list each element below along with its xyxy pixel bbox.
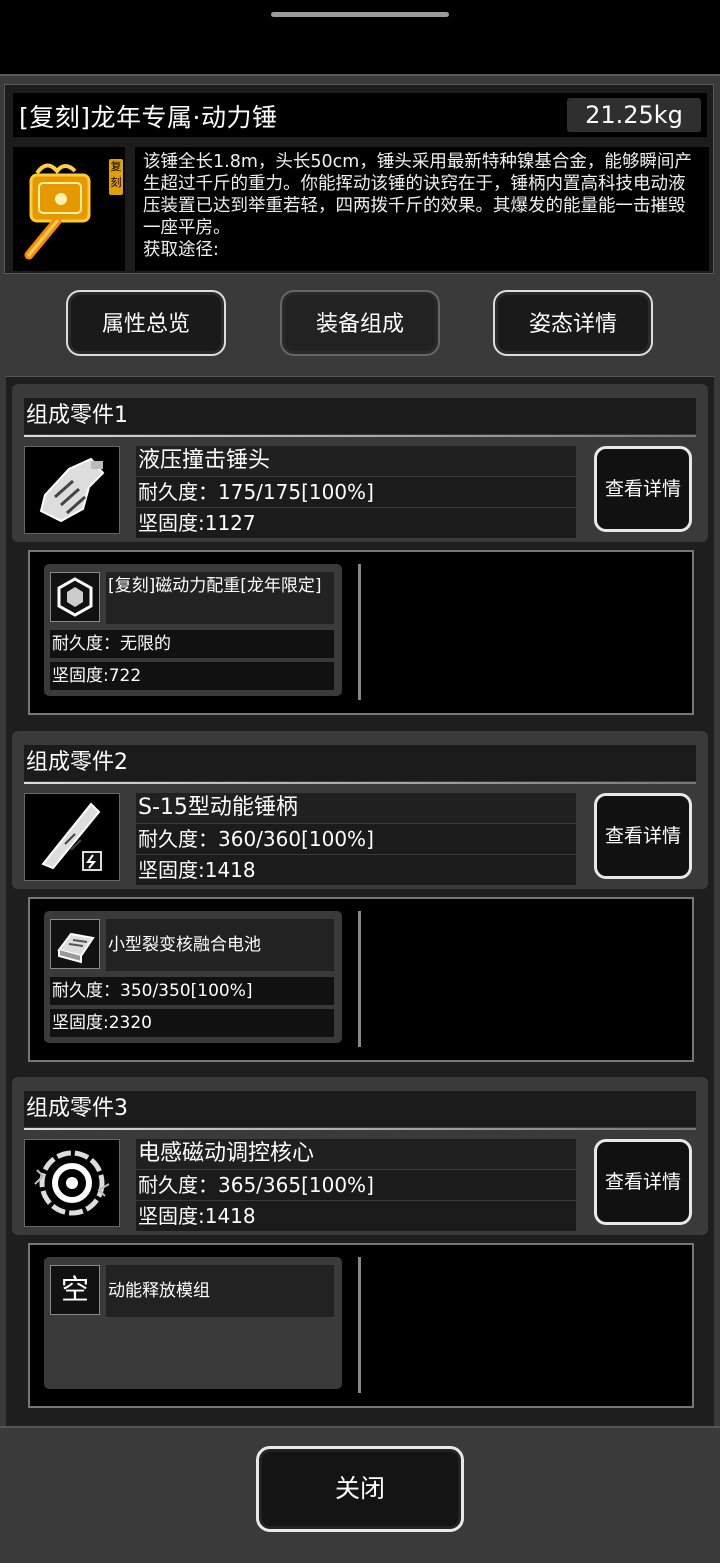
part-icon-box <box>24 793 120 881</box>
part-hardness: 坚固度:1418 <box>136 1201 576 1231</box>
empty-slot-card[interactable]: 空 动能释放模组 <box>44 1257 342 1389</box>
part-title: 组成零件1 <box>24 398 696 434</box>
item-description: 该锤全长1.8m，头长50cm，锤头采用最新特种镍基合金，能够瞬间产生超过千斤的… <box>135 147 709 271</box>
tab-stance-details[interactable]: 姿态详情 <box>493 290 653 356</box>
tab-equipment-composition[interactable]: 装备组成 <box>280 290 440 356</box>
part-card: 组成零件3 电感磁动调控核心 耐久度：365/365[100%] 坚固度:141… <box>12 1077 708 1235</box>
part-durability: 耐久度：365/365[100%] <box>136 1170 576 1200</box>
sub-part-durability: 耐久度：350/350[100%] <box>50 977 334 1005</box>
part-name: 电感磁动调控核心 <box>136 1139 576 1169</box>
part-card: 组成零件2 S-15型动能锤柄 耐久度：360/360[100%] 坚固度:14… <box>12 731 708 889</box>
item-header: [复刻]龙年专属·动力锤 21.25kg 复刻 该锤全长1.8m，头长50cm，… <box>4 84 714 274</box>
sub-part-hardness: 坚固度:722 <box>50 662 334 690</box>
slot-divider <box>358 1257 361 1393</box>
part-info: 液压撞击锤头 耐久度：175/175[100%] 坚固度:1127 <box>136 446 576 538</box>
composition-list[interactable]: 组成零件1 液压撞击锤头 耐久度：175/175[100%] 坚固度:1127 … <box>6 376 714 1427</box>
source-label: 获取途径: <box>143 240 219 260</box>
sub-part-card[interactable]: [复刻]磁动力配重[龙年限定] 耐久度：无限的 坚固度:722 <box>44 564 342 696</box>
item-weight: 21.25kg <box>567 98 701 132</box>
part-name: 液压撞击锤头 <box>136 446 576 476</box>
part-title: 组成零件2 <box>24 745 696 781</box>
part-title: 组成零件3 <box>24 1091 696 1127</box>
part-icon-box <box>24 446 120 534</box>
sub-part-hardness: 坚固度:2320 <box>50 1009 334 1037</box>
power-hammer-icon <box>24 163 91 260</box>
item-image: 复刻 <box>13 147 125 271</box>
part-hardness: 坚固度:1418 <box>136 855 576 885</box>
title-divider <box>24 782 696 784</box>
sub-part-icon-box <box>50 572 100 622</box>
core-ring-icon <box>34 1150 110 1216</box>
tab-bar: 属性总览 装备组成 姿态详情 <box>0 284 720 378</box>
sub-part-name: 动能释放模组 <box>106 1265 334 1317</box>
sub-part-name: [复刻]磁动力配重[龙年限定] <box>106 572 334 624</box>
hammer-head-icon <box>39 457 105 523</box>
sub-part-name: 小型裂变核融合电池 <box>106 919 334 971</box>
sub-part-slot-area: 空 动能释放模组 <box>28 1243 694 1408</box>
part-card: 组成零件1 液压撞击锤头 耐久度：175/175[100%] 坚固度:1127 … <box>12 384 708 542</box>
part-hardness: 坚固度:1127 <box>136 508 576 538</box>
item-detail-panel: [复刻]龙年专属·动力锤 21.25kg 复刻 该锤全长1.8m，头长50cm，… <box>0 74 720 1563</box>
part-durability: 耐久度：175/175[100%] <box>136 477 576 507</box>
sub-part-icon-box <box>50 919 100 969</box>
slot-divider <box>358 564 361 700</box>
title-divider <box>24 435 696 437</box>
title-bar: [复刻]龙年专属·动力锤 21.25kg <box>13 93 707 137</box>
sub-part-slot-area: 小型裂变核融合电池 耐久度：350/350[100%] 坚固度:2320 <box>28 897 694 1062</box>
item-title: [复刻]龙年专属·动力锤 <box>19 103 278 132</box>
part-info: 电感磁动调控核心 耐久度：365/365[100%] 坚固度:1418 <box>136 1139 576 1231</box>
sub-part-card[interactable]: 小型裂变核融合电池 耐久度：350/350[100%] 坚固度:2320 <box>44 911 342 1043</box>
description-text: 该锤全长1.8m，头长50cm，锤头采用最新特种镍基合金，能够瞬间产生超过千斤的… <box>143 152 692 238</box>
part-info: S-15型动能锤柄 耐久度：360/360[100%] 坚固度:1418 <box>136 793 576 885</box>
hex-weight-icon <box>57 577 93 617</box>
footer-bar: 关闭 <box>0 1426 720 1563</box>
sub-part-slot-area: [复刻]磁动力配重[龙年限定] 耐久度：无限的 坚固度:722 <box>28 550 694 715</box>
view-details-button[interactable]: 查看详情 <box>594 1139 692 1225</box>
close-button[interactable]: 关闭 <box>256 1446 464 1532</box>
home-indicator[interactable] <box>271 12 449 17</box>
title-divider <box>24 1128 696 1130</box>
tab-attribute-overview[interactable]: 属性总览 <box>66 290 226 356</box>
reissue-badge: 复刻 <box>109 159 123 195</box>
sub-part-durability: 耐久度：无限的 <box>50 630 334 658</box>
view-details-button[interactable]: 查看详情 <box>594 446 692 532</box>
part-icon-box <box>24 1139 120 1227</box>
view-details-button[interactable]: 查看详情 <box>594 793 692 879</box>
battery-icon <box>57 932 95 964</box>
slot-divider <box>358 911 361 1047</box>
part-durability: 耐久度：360/360[100%] <box>136 824 576 854</box>
hammer-handle-icon <box>41 802 102 871</box>
part-name: S-15型动能锤柄 <box>136 793 576 823</box>
empty-slot-icon: 空 <box>50 1265 100 1315</box>
